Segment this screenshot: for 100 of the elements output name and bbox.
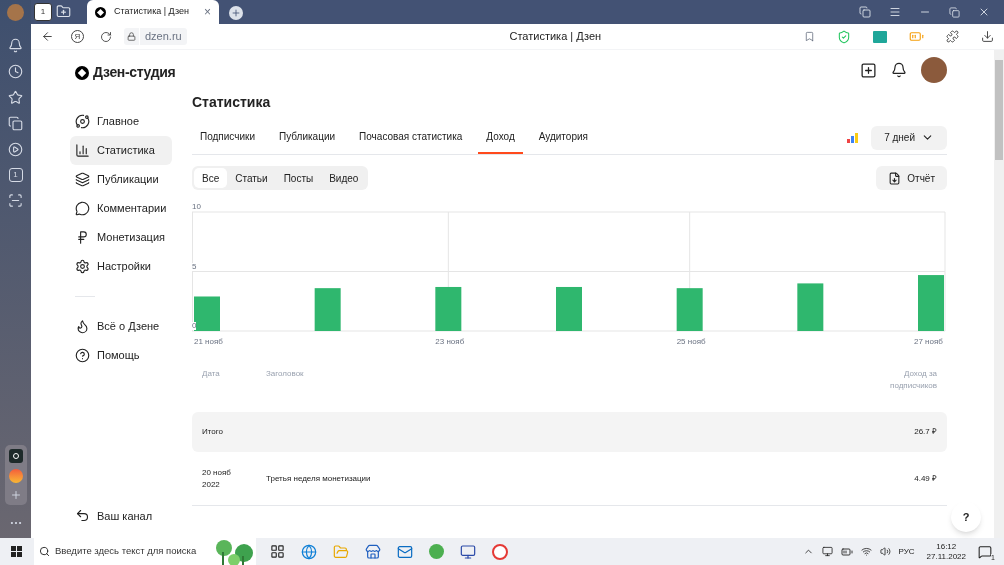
windows-start-icon[interactable] <box>11 546 22 557</box>
y-axis-label: 0 <box>192 322 197 330</box>
chart-bar <box>918 275 944 331</box>
wifi-icon[interactable] <box>860 546 872 557</box>
chart-bar <box>556 286 582 331</box>
chart-bar <box>194 296 220 331</box>
table-cell-text: Третья неделя монетизации <box>266 472 372 485</box>
chart-bar <box>797 283 824 331</box>
tab-counter[interactable]: 1 <box>8 168 23 182</box>
x-axis-label: 21 нояб <box>194 338 223 346</box>
site-logo-icon <box>95 6 106 18</box>
stats-tab[interactable]: Аудитория <box>530 121 596 154</box>
logo-icon <box>75 65 89 80</box>
nav-item[interactable]: Всё о Дзене <box>70 312 172 341</box>
nav-item[interactable]: Статистика <box>70 136 172 165</box>
clock-icon[interactable] <box>8 64 23 79</box>
page-heading: Статистика <box>192 93 272 112</box>
star-icon[interactable] <box>8 90 23 105</box>
extension-icon[interactable] <box>873 30 887 43</box>
chart-bar <box>676 288 703 331</box>
logo-text: Дзен-студия <box>93 63 176 82</box>
collections-icon[interactable] <box>8 116 23 131</box>
browser-tab[interactable]: Статистика | Дзен × <box>87 0 219 24</box>
menu-icon[interactable] <box>889 6 901 18</box>
ruble-icon <box>75 230 90 245</box>
column-header: Заголовок <box>266 368 305 380</box>
chart-bar <box>435 286 462 331</box>
clock[interactable]: 16:12 27.11.2022 <box>926 541 966 562</box>
lock-icon[interactable] <box>124 28 139 45</box>
browser-icon[interactable] <box>301 543 317 560</box>
url-field[interactable]: dzen.ru <box>140 28 187 45</box>
help-button[interactable]: ? <box>951 502 981 532</box>
x-axis-label: 25 нояб <box>676 338 706 346</box>
tabs-icon[interactable] <box>859 6 871 18</box>
new-group-icon[interactable] <box>56 4 71 19</box>
add-icon[interactable] <box>860 61 877 79</box>
y-axis-label: 5 <box>192 262 197 271</box>
notifications-icon[interactable] <box>978 544 992 559</box>
new-tab-button[interactable] <box>229 6 243 20</box>
table-cell-text: Итого <box>202 426 224 438</box>
mail-icon[interactable] <box>397 543 413 560</box>
x-axis-label: 27 нояб <box>914 338 943 346</box>
y-axis-label: 10 <box>192 203 201 211</box>
language-indicator[interactable]: РУС <box>898 545 915 558</box>
store-icon[interactable] <box>365 543 381 560</box>
report-button[interactable]: Отчёт <box>876 166 947 190</box>
date-text: 27.11.2022 <box>926 551 966 562</box>
back-icon[interactable] <box>41 30 54 43</box>
flame-icon <box>75 319 90 334</box>
speech-bubble-icon <box>75 201 90 216</box>
extensions-icon[interactable] <box>946 30 959 43</box>
stats-tab[interactable]: Подписчики <box>192 121 263 154</box>
download-icon[interactable] <box>981 30 994 43</box>
user-avatar[interactable] <box>921 57 947 83</box>
filter-chip[interactable]: Видео <box>321 168 367 188</box>
monitor-icon[interactable] <box>460 543 476 560</box>
play-icon[interactable] <box>8 142 23 157</box>
app-icon[interactable] <box>8 449 23 463</box>
nav-item[interactable]: Монетизация <box>70 223 172 252</box>
stats-tab[interactable]: Доход <box>478 121 523 154</box>
filter-chip[interactable]: Посты <box>275 168 322 188</box>
bookmark-icon[interactable] <box>804 31 815 42</box>
bell-icon[interactable] <box>891 62 907 78</box>
tab-title: Статистика | Дзен <box>114 5 190 19</box>
restore-icon[interactable] <box>949 6 960 18</box>
bar-chart-icon[interactable] <box>847 132 860 143</box>
file-icon <box>888 171 902 185</box>
nav-item[interactable]: Настройки <box>70 252 172 281</box>
battery-icon[interactable] <box>840 545 853 558</box>
screenshot-icon[interactable] <box>8 193 23 208</box>
stack-icon <box>75 172 90 187</box>
period-dropdown[interactable]: 7 дней <box>871 125 947 150</box>
task-view-icon[interactable] <box>270 544 285 559</box>
volume-icon[interactable] <box>879 546 891 557</box>
chart-bar <box>314 288 341 331</box>
device-icon[interactable] <box>821 546 833 557</box>
tab-close-button[interactable]: × <box>204 6 211 18</box>
nav-item[interactable]: Комментарии <box>70 194 172 223</box>
filter-chip[interactable]: Все <box>194 168 228 188</box>
nav-item[interactable]: Помощь <box>70 341 172 370</box>
column-header: Дата <box>202 368 221 380</box>
table-cell: 4.49 ₽ <box>914 472 937 485</box>
home-tab[interactable]: 1 <box>34 3 52 21</box>
return-icon <box>75 508 90 524</box>
nav-item[interactable]: Главное <box>70 107 172 136</box>
planet-icon <box>75 114 90 129</box>
settings-icon <box>75 259 90 274</box>
channel-link[interactable]: Ваш канал <box>75 507 193 524</box>
time-text: 16:12 <box>936 541 957 552</box>
close-icon[interactable] <box>978 6 990 18</box>
taskbar-search-field[interactable]: Введите здесь текст для поиска <box>34 538 256 565</box>
help-icon <box>75 348 90 363</box>
scrollbar[interactable] <box>994 50 1004 538</box>
reload-icon[interactable] <box>100 30 112 43</box>
bar-chart-icon <box>75 143 90 158</box>
stats-tab[interactable]: Почасовая статистика <box>351 121 471 154</box>
filter-chip[interactable]: Статьи <box>227 168 276 188</box>
column-header: Доход за подписчиков <box>889 368 937 392</box>
nav-item[interactable]: Публикации <box>70 165 172 194</box>
stats-tab[interactable]: Публикации <box>271 121 344 154</box>
